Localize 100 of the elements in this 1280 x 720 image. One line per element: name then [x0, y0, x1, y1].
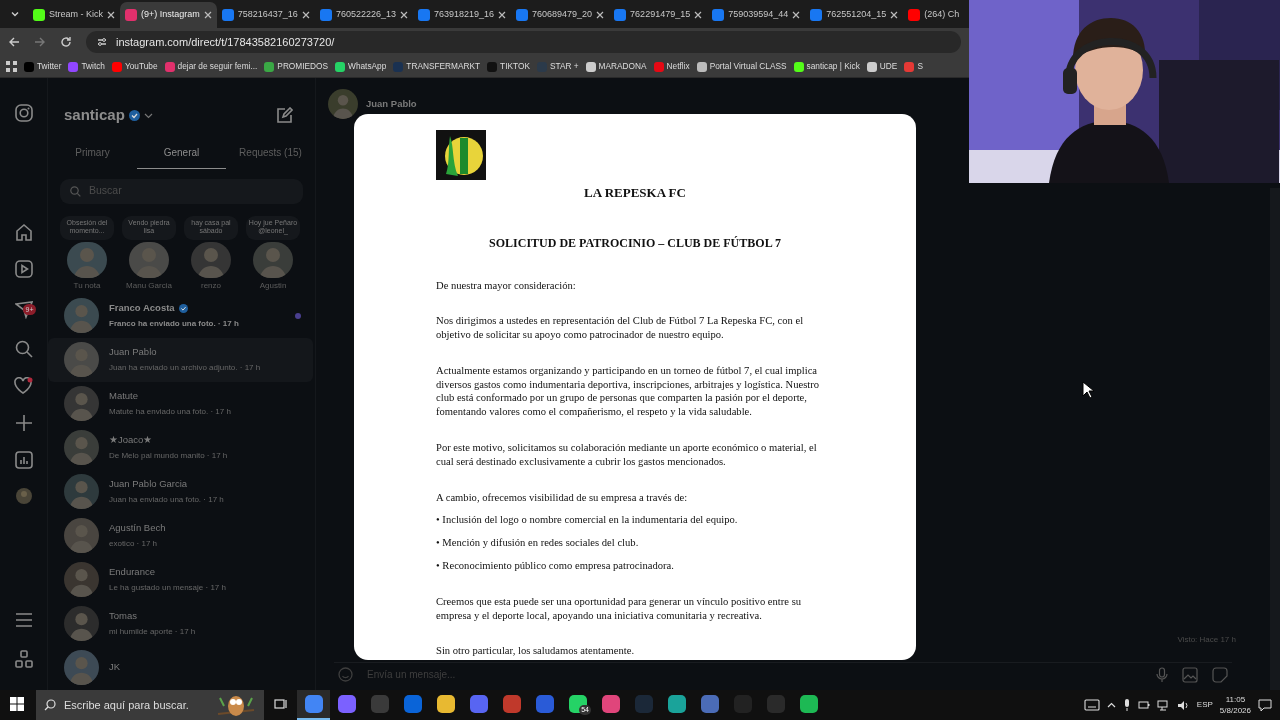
bullet-item: • Mención y difusión en redes sociales del club. — [436, 536, 640, 551]
bookmark[interactable]: MARADONA — [585, 60, 647, 73]
message-preview: mi humilde aporte · 17 h — [109, 626, 197, 639]
chevron-down-icon — [10, 9, 20, 19]
contact-name: ★Joaco★ — [109, 432, 153, 447]
instagram-icon[interactable] — [14, 104, 33, 122]
reels-icon[interactable] — [14, 260, 33, 278]
browser-tab[interactable]: (9+) Instagram — [120, 2, 217, 28]
bookmark[interactable]: Twitch — [68, 60, 105, 73]
conversation-item[interactable]: Agustín Bech exotico · 17 h — [48, 513, 315, 558]
contact-name: Tomas — [109, 608, 137, 623]
close-icon[interactable] — [694, 11, 703, 19]
battery-icon[interactable] — [1137, 700, 1150, 710]
apps-grid-icon[interactable] — [6, 61, 17, 72]
paragraph: Actualmente estamos organizando y participando en un torneo de fútbol 7, el cual implica diversos gastos como indumentaria deportiva, inscripciones, arbitrajes y logística. Nuestro club está conformado por un grupo de personas que comparten la pasión por el deporte, fomentando valores como el compañerismo, el respeto y la vida saludable. — [436, 363, 821, 420]
avatar-icon[interactable] — [15, 488, 32, 504]
club-logo-icon — [436, 130, 486, 180]
chevron-up-icon[interactable] — [1106, 700, 1116, 710]
microphone-icon[interactable] — [1122, 699, 1131, 711]
browser-tab[interactable]: 763918219_16 — [412, 2, 512, 28]
cursor-icon — [1082, 381, 1094, 399]
network-icon[interactable] — [1156, 699, 1170, 711]
bookmark[interactable]: S — [904, 60, 923, 73]
address-bar[interactable]: instagram.com/direct/t/17843582160273720/ — [86, 31, 961, 53]
plus-icon[interactable] — [14, 414, 33, 432]
conversation-item[interactable]: Franco Acosta Franco ha enviado una foto. · 17 h — [48, 293, 315, 338]
sticker-icon[interactable] — [1212, 666, 1228, 683]
back-icon[interactable] — [8, 36, 20, 48]
conversation-item[interactable]: Juan Pablo Juan ha enviado un archivo adjunto. · 17 h — [48, 337, 313, 382]
close-icon[interactable] — [107, 11, 115, 19]
browser-tab[interactable]: 762551204_15 — [805, 2, 904, 28]
bookmark[interactable]: TIKTOK — [487, 60, 530, 73]
image-icon[interactable] — [1182, 666, 1198, 683]
bookmark[interactable]: PROMIEDOS — [264, 60, 329, 73]
conversation-item[interactable]: JK — [48, 645, 315, 690]
close-icon[interactable] — [792, 11, 801, 19]
account-name[interactable]: santicap — [64, 104, 125, 127]
clock-time[interactable]: 11:05 — [1219, 694, 1251, 705]
bookmark[interactable]: YouTube — [111, 60, 158, 73]
message-preview: Matute ha enviado una foto. · 17 h — [109, 406, 232, 419]
close-icon[interactable] — [301, 11, 310, 19]
note-author: renzo — [201, 279, 221, 292]
menu-icon[interactable] — [14, 612, 33, 628]
search-icon — [44, 699, 56, 711]
windows-icon — [9, 697, 24, 711]
message-preview: exotico · 17 h — [109, 538, 159, 551]
bookmark[interactable]: UDE — [866, 60, 898, 73]
browser-tab[interactable]: 762291479_15 — [609, 2, 708, 28]
language-indicator[interactable]: ESP — [1196, 699, 1213, 711]
close-icon[interactable] — [399, 11, 408, 19]
bookmark[interactable]: STAR + — [536, 60, 579, 73]
chat-contact-name[interactable]: Juan Pablo — [366, 96, 417, 112]
bookmark[interactable]: santicap | Kick — [793, 60, 860, 73]
notification-icon[interactable] — [1258, 698, 1272, 712]
browser-tab[interactable]: 758216437_16 — [216, 2, 315, 28]
document-subtitle: SOLICITUD DE PATROCINIO – CLUB DE FÚTBOL 7 — [488, 234, 782, 252]
forward-icon[interactable] — [34, 36, 46, 48]
conversation-item[interactable]: Endurance Le ha gustado un mensaje · 17 h — [48, 557, 315, 602]
taskbar-search-field[interactable]: Escribe aquí para buscar. — [36, 690, 264, 720]
clock-date[interactable]: 5/8/2026 — [1219, 705, 1251, 716]
close-icon[interactable] — [596, 11, 605, 19]
bookmark[interactable]: Twitter — [24, 60, 62, 73]
task-view-icon — [273, 698, 288, 710]
bookmark[interactable]: TRANSFERMARKT — [393, 60, 481, 73]
paragraph: Sin otro particular, los saludamos atentamente. — [436, 644, 636, 659]
bookmark[interactable]: dejar de seguir femi... — [164, 60, 258, 73]
browser-tab[interactable]: Stream - Kick — [28, 2, 120, 28]
search-icon[interactable] — [14, 340, 33, 358]
conversation-item[interactable]: Juan Pablo Garcia Juan ha enviado una foto. · 17 h — [48, 469, 315, 514]
message-preview: Le ha gustado un mensaje · 17 h — [109, 582, 227, 595]
contact-name: Juan Pablo — [109, 344, 157, 359]
inbox-tab[interactable]: General — [137, 140, 226, 169]
conversation-item[interactable]: ★Joaco★ De Melo pal mundo manito · 17 h — [48, 425, 315, 470]
home-icon[interactable] — [14, 223, 33, 241]
note-author: Agustin — [259, 279, 287, 292]
bookmark[interactable]: WhatsApp — [335, 60, 387, 73]
heart-icon[interactable] — [14, 377, 33, 395]
conversation-item[interactable]: Matute Matute ha enviado una foto. · 17 h — [48, 381, 315, 426]
paragraph: De nuestra mayor consideración: — [436, 278, 577, 293]
speaker-icon[interactable] — [1176, 699, 1190, 711]
browser-tab[interactable]: 760689479_20 — [511, 2, 610, 28]
bookmark[interactable]: Portal Virtual CLASS — [696, 60, 787, 73]
close-icon[interactable] — [498, 11, 507, 19]
search-icon — [70, 185, 81, 197]
apps-icon[interactable] — [14, 650, 33, 668]
browser-tab[interactable]: (264) Ch — [903, 2, 965, 28]
taskbar-app[interactable] — [297, 690, 330, 720]
bookmark[interactable]: Netflix — [653, 60, 690, 73]
close-icon[interactable] — [203, 11, 212, 19]
keyboard-icon[interactable] — [1083, 699, 1100, 711]
message-preview: Franco ha enviado una foto. · 17 h — [109, 318, 240, 331]
close-icon[interactable] — [890, 11, 899, 19]
reload-icon[interactable] — [60, 36, 72, 48]
compose-icon[interactable] — [276, 106, 293, 124]
chart-icon[interactable] — [14, 451, 33, 469]
bullet-item: • Reconocimiento público como empresa patrocinadora. — [436, 559, 675, 573]
browser-tab[interactable]: 759039594_44 — [707, 2, 806, 28]
conversation-item[interactable]: Tomas mi humilde aporte · 17 h — [48, 601, 315, 646]
browser-tab[interactable]: 760522226_13 — [314, 2, 413, 28]
contact-name: Endurance — [109, 564, 155, 579]
